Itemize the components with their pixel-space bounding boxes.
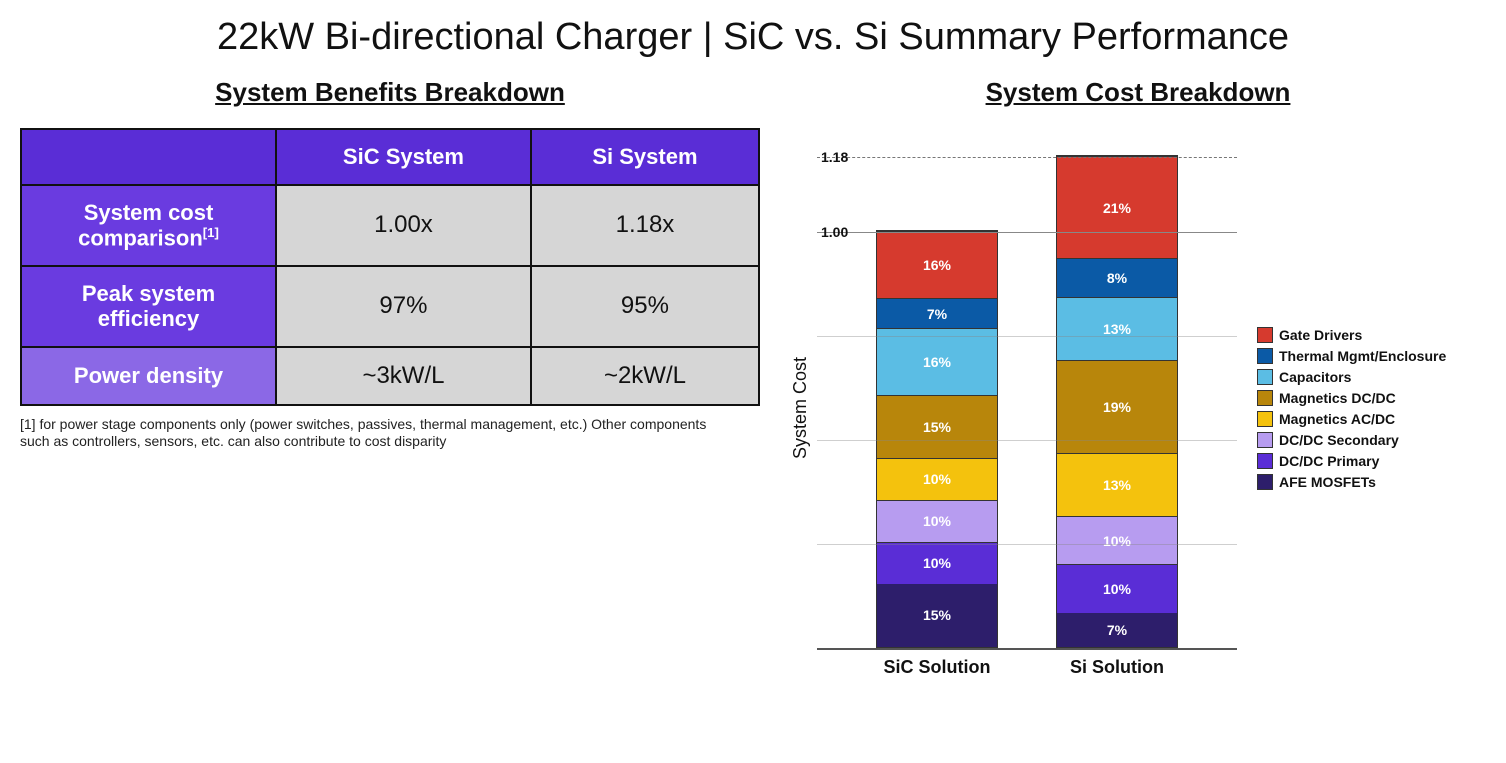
bar-segment: 10%	[1057, 564, 1177, 613]
legend-label: Thermal Mgmt/Enclosure	[1279, 348, 1446, 364]
legend-label: AFE MOSFETs	[1279, 474, 1376, 490]
table-row-label: Power density	[21, 347, 276, 405]
table-cell: ~3kW/L	[276, 347, 531, 405]
legend-swatch	[1257, 369, 1273, 385]
table-row-label: System cost comparison[1]	[21, 185, 276, 266]
legend-label: Magnetics AC/DC	[1279, 411, 1395, 427]
legend-item: Magnetics AC/DC	[1257, 411, 1446, 427]
benefits-table: SiC System Si System System cost compari…	[20, 128, 760, 406]
legend-swatch	[1257, 348, 1273, 364]
bar-segment: 15%	[877, 584, 997, 647]
legend-swatch	[1257, 390, 1273, 406]
bar: 15%10%10%10%15%16%7%16%	[876, 230, 998, 648]
legend-item: Thermal Mgmt/Enclosure	[1257, 348, 1446, 364]
legend-swatch	[1257, 453, 1273, 469]
legend-swatch	[1257, 474, 1273, 490]
col-sic: SiC System	[276, 129, 531, 185]
legend: Gate Drivers Thermal Mgmt/Enclosure Capaci…	[1257, 322, 1446, 495]
table-row-label: Peak system efficiency	[21, 266, 276, 347]
gridline	[817, 157, 1237, 158]
bar-segment: 10%	[877, 500, 997, 542]
table-cell: 1.00x	[276, 185, 531, 266]
x-label: SiC Solution	[877, 657, 997, 678]
legend-label: Magnetics DC/DC	[1279, 390, 1396, 406]
legend-swatch	[1257, 411, 1273, 427]
cost-chart: System Cost 15%10%10%10%15%16%7%16%7%10%…	[790, 128, 1486, 688]
table-cell: 1.18x	[531, 185, 759, 266]
bar-segment: 13%	[1057, 297, 1177, 360]
table-cell: 95%	[531, 266, 759, 347]
y-axis-label: System Cost	[790, 357, 811, 459]
legend-label: Capacitors	[1279, 369, 1351, 385]
bar-segment: 7%	[1057, 613, 1177, 647]
legend-label: Gate Drivers	[1279, 327, 1362, 343]
cost-subtitle: System Cost Breakdown	[790, 77, 1486, 108]
legend-label: DC/DC Primary	[1279, 453, 1379, 469]
bar-segment: 16%	[877, 231, 997, 298]
table-corner	[21, 129, 276, 185]
y-tick: 1.18	[821, 149, 848, 165]
legend-item: DC/DC Secondary	[1257, 432, 1446, 448]
legend-item: Capacitors	[1257, 369, 1446, 385]
legend-swatch	[1257, 432, 1273, 448]
bar-segment: 19%	[1057, 360, 1177, 452]
x-label: Si Solution	[1057, 657, 1177, 678]
col-si: Si System	[531, 129, 759, 185]
bar-segment: 10%	[877, 542, 997, 584]
legend-item: Magnetics DC/DC	[1257, 390, 1446, 406]
benefits-subtitle: System Benefits Breakdown	[20, 77, 760, 108]
legend-swatch	[1257, 327, 1273, 343]
bar: 7%10%10%13%19%13%8%21%	[1056, 155, 1178, 648]
legend-item: DC/DC Primary	[1257, 453, 1446, 469]
legend-item: AFE MOSFETs	[1257, 474, 1446, 490]
legend-label: DC/DC Secondary	[1279, 432, 1399, 448]
footnote: [1] for power stage components only (pow…	[20, 416, 720, 451]
gridline	[817, 232, 1237, 233]
bar-segment: 21%	[1057, 156, 1177, 258]
y-tick: 1.00	[821, 224, 848, 240]
bar-segment: 8%	[1057, 258, 1177, 297]
table-cell: 97%	[276, 266, 531, 347]
bar-segment: 16%	[877, 328, 997, 395]
legend-item: Gate Drivers	[1257, 327, 1446, 343]
bar-segment: 7%	[877, 298, 997, 327]
bar-segment: 15%	[877, 395, 997, 458]
bar-segment: 10%	[1057, 516, 1177, 565]
bar-segment: 13%	[1057, 453, 1177, 516]
bar-segment: 10%	[877, 458, 997, 500]
page-title: 22kW Bi-directional Charger | SiC vs. Si…	[20, 16, 1486, 59]
table-cell: ~2kW/L	[531, 347, 759, 405]
